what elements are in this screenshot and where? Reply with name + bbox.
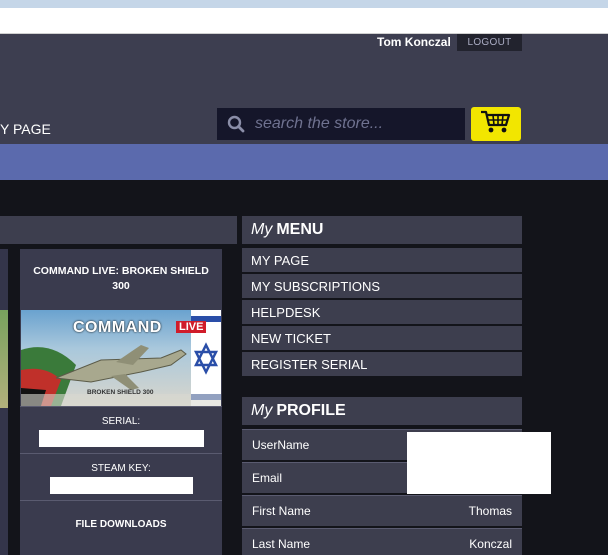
- my-menu-heading-main: MENU: [276, 221, 324, 238]
- profile-row-first-name: First Name Thomas: [242, 495, 522, 526]
- browser-strip: [0, 0, 608, 8]
- steam-key-value-field: [49, 477, 193, 494]
- product-logo-text: COMMAND: [73, 319, 162, 336]
- redacted-overlay: [407, 432, 551, 494]
- product-image[interactable]: COMMAND LIVE BROKEN SHIELD 300: [21, 310, 221, 406]
- steam-key-label: STEAM KEY:: [91, 463, 151, 474]
- previous-product-image: [0, 310, 8, 408]
- my-profile-heading-main: PROFILE: [276, 402, 346, 419]
- cart-button[interactable]: [471, 107, 521, 141]
- menu-item-new-ticket[interactable]: NEW TICKET: [242, 326, 522, 350]
- products-panel-header: [0, 216, 237, 244]
- menu-item-my-subscriptions[interactable]: MY SUBSCRIPTIONS: [242, 274, 522, 298]
- my-menu-heading-my: My: [251, 221, 273, 238]
- site-header: Tom Konczal LOGOUT Y PAGE: [0, 34, 608, 144]
- profile-username-label: UserName: [252, 438, 310, 452]
- profile-first-name-label: First Name: [252, 504, 311, 518]
- steam-key-row: STEAM KEY:: [20, 453, 222, 500]
- logout-button[interactable]: LOGOUT: [457, 34, 522, 51]
- my-profile-heading-my: My: [251, 402, 273, 419]
- menu-item-helpdesk[interactable]: HELPDESK: [242, 300, 522, 324]
- menu-item-register-serial[interactable]: REGISTER SERIAL: [242, 352, 522, 376]
- product-live-badge: LIVE: [176, 321, 207, 333]
- my-menu-heading: My MENU: [242, 216, 522, 244]
- profile-email-label: Email: [252, 471, 283, 485]
- profile-last-name-label: Last Name: [252, 537, 311, 551]
- accent-band: [0, 144, 608, 180]
- serial-value-field: [38, 430, 204, 447]
- menu-item-my-page[interactable]: MY PAGE: [242, 248, 522, 272]
- product-title: COMMAND LIVE: BROKEN SHIELD 300: [33, 265, 209, 292]
- nav-my-page-link[interactable]: Y PAGE: [0, 121, 51, 137]
- top-white-bar: [0, 8, 608, 34]
- user-name: Tom Konczal: [377, 35, 451, 49]
- search-icon[interactable]: [217, 115, 255, 133]
- profile-row-last-name: Last Name Konczal: [242, 528, 522, 555]
- product-image-subtitle: BROKEN SHIELD 300: [87, 389, 154, 396]
- serial-label: SERIAL:: [101, 416, 141, 427]
- profile-last-name-value: Konczal: [469, 537, 512, 551]
- serial-row: SERIAL:: [20, 406, 222, 453]
- search-box: [217, 108, 465, 140]
- profile-first-name-value: Thomas: [468, 504, 512, 518]
- my-profile-heading: My PROFILE: [242, 397, 522, 425]
- shopping-cart-icon: [480, 110, 512, 139]
- search-input[interactable]: [255, 115, 460, 133]
- file-downloads-row[interactable]: FILE DOWNLOADS: [20, 500, 222, 547]
- product-card: COMMAND LIVE: BROKEN SHIELD 300 COMMAND …: [20, 249, 222, 555]
- file-downloads-link[interactable]: FILE DOWNLOADS: [75, 519, 166, 530]
